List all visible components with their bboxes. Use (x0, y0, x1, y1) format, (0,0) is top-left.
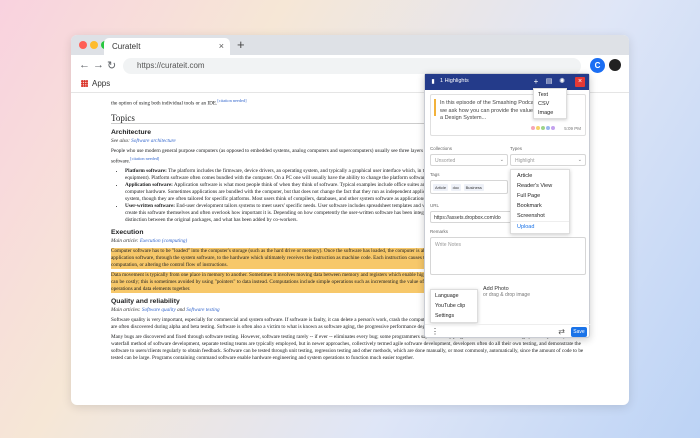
collections-label: Collections (430, 146, 453, 151)
chevron-down-icon: ⌄ (499, 157, 504, 163)
menu-youtube-clip[interactable]: YouTube clip (431, 301, 477, 311)
profile-avatar[interactable] (609, 59, 621, 71)
types-label: Types (510, 146, 523, 151)
menu-settings[interactable]: Settings (431, 311, 477, 321)
more-options-icon[interactable]: ⋮ (431, 327, 439, 336)
curateit-extension-icon[interactable]: C (590, 58, 605, 73)
export-text[interactable]: Text (534, 90, 566, 99)
panel-close-button[interactable]: × (575, 77, 585, 87)
collections-select[interactable]: Unsorted ⌄ (430, 154, 508, 166)
tag-chip[interactable]: Business (463, 184, 484, 191)
menu-language[interactable]: Language (431, 291, 477, 301)
type-option-readers-view[interactable]: Reader's View (511, 181, 569, 191)
close-window-button[interactable] (79, 41, 87, 49)
type-option-full-page[interactable]: Full Page (511, 191, 569, 201)
swap-icon[interactable]: ⇄ (558, 327, 565, 336)
tag-chip[interactable]: Article (433, 184, 449, 191)
highlight-icon: ▮ (431, 79, 435, 85)
forward-icon[interactable]: → (93, 59, 104, 71)
export-menu: Text CSV Image (533, 88, 567, 119)
add-photo-area[interactable]: Add Photo or drag & drop image (483, 286, 530, 298)
browser-tab[interactable]: CurateIt × (104, 38, 230, 55)
tag-chip[interactable]: doc (450, 184, 462, 191)
type-option-article[interactable]: Article (511, 171, 569, 181)
more-options-menu: Language YouTube clip Settings (430, 289, 478, 323)
settings-icon[interactable]: ✺ (557, 77, 567, 87)
bookmark-apps[interactable]: Apps (92, 79, 110, 88)
add-icon[interactable]: + (531, 77, 541, 87)
minimize-window-button[interactable] (90, 41, 98, 49)
new-tab-button[interactable]: + (237, 37, 245, 52)
notes-textarea[interactable]: Write Notes (430, 237, 586, 275)
export-icon[interactable]: ▤ (544, 77, 554, 87)
close-tab-icon[interactable]: × (219, 41, 224, 51)
panel-title: 1 Highlights (440, 78, 469, 84)
export-image[interactable]: Image (534, 108, 566, 117)
remarks-label: Remarks (430, 229, 449, 234)
chevron-down-icon: ⌄ (577, 157, 582, 163)
highlight-time: 5:09 PM (564, 126, 581, 131)
curateit-highlights-panel: ▮ 1 Highlights + ▤ ✺ × Text CSV Image In… (424, 73, 591, 339)
tags-label: Tags (430, 172, 440, 177)
type-menu: Article Reader's View Full Page Bookmark… (510, 169, 570, 234)
drag-drop-hint: or drag & drop image (483, 292, 530, 298)
tags-field[interactable]: Article doc Business (430, 180, 508, 194)
back-icon[interactable]: ← (79, 59, 90, 71)
highlight-color-bar (434, 99, 436, 116)
type-option-bookmark[interactable]: Bookmark (511, 201, 569, 211)
tab-bar: CurateIt × + (71, 35, 629, 55)
panel-footer: ⋮ ⇄ Save (425, 324, 591, 339)
save-button[interactable]: Save (571, 327, 587, 337)
url-text: https://curateit.com (137, 61, 205, 70)
types-select[interactable]: Highlight ⌄ (510, 154, 586, 166)
reload-icon[interactable]: ↻ (107, 59, 116, 72)
type-option-upload[interactable]: Upload (511, 221, 569, 232)
highlight-text: In this episode of the Smashing Podcast,… (440, 100, 540, 121)
export-csv[interactable]: CSV (534, 99, 566, 108)
url-label: URL (430, 203, 440, 208)
url-field[interactable]: https://curateit.com (123, 58, 581, 74)
type-option-screenshot[interactable]: Screenshot (511, 211, 569, 221)
tab-title: CurateIt (112, 42, 141, 51)
url-input[interactable]: https://assets.dropbox.com/do (430, 211, 512, 223)
apps-grid-icon (81, 80, 88, 87)
color-picker[interactable] (531, 126, 556, 132)
